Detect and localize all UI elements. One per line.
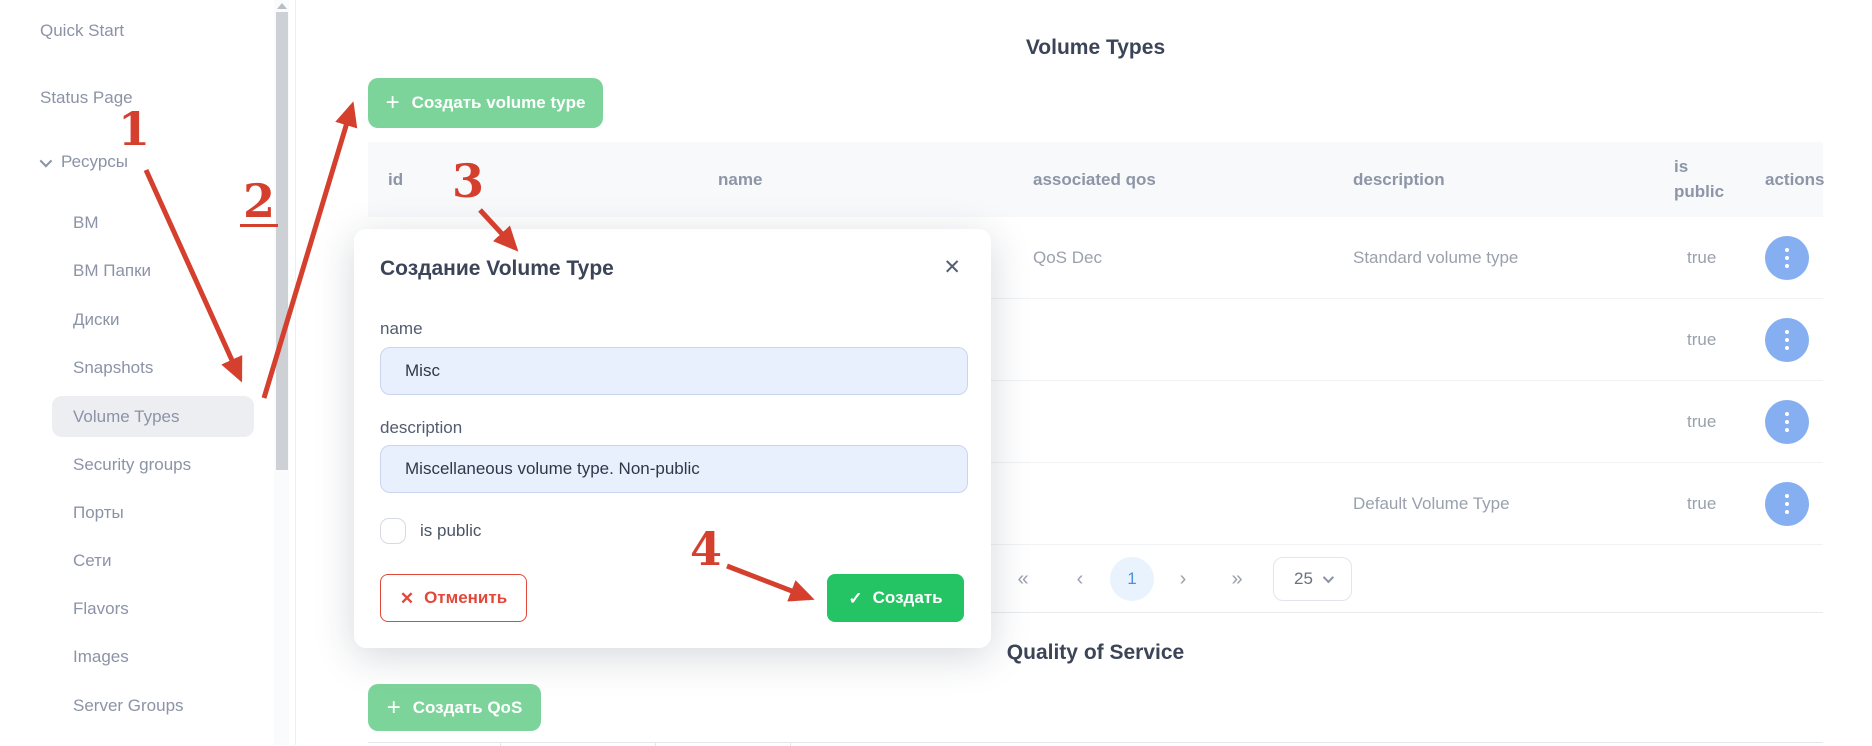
kebab-dot: [1785, 346, 1789, 350]
sidebar-item-ports[interactable]: Порты: [73, 503, 124, 523]
sidebar-item-disks[interactable]: Диски: [73, 310, 119, 330]
cell-is-public: true: [1674, 248, 1765, 268]
qos-table-top-edge: [368, 742, 1823, 743]
cancel-label: Отменить: [424, 588, 507, 608]
sidebar-item-images[interactable]: Images: [73, 647, 129, 667]
pagination-next-button[interactable]: ›: [1168, 545, 1198, 613]
create-qos-button[interactable]: + Создать QoS: [368, 684, 541, 731]
sidebar-item-resources-label: Ресурсы: [61, 152, 128, 172]
check-icon: ✓: [848, 590, 862, 607]
col-header-qos: associated qos: [1033, 170, 1353, 190]
cell-is-public: true: [1674, 494, 1765, 514]
is-public-checkbox-row: is public: [380, 518, 481, 544]
sidebar: Quick Start Status Page Ресурсы BM BM Па…: [0, 0, 296, 745]
page-size-value: 25: [1294, 569, 1313, 589]
row-actions-kebab-button[interactable]: [1765, 482, 1809, 526]
name-field-label: name: [380, 319, 423, 339]
col-header-id: id: [388, 170, 718, 190]
kebab-dot: [1785, 256, 1789, 260]
submit-create-button[interactable]: ✓ Создать: [827, 574, 964, 622]
cell-description: Standard volume type: [1353, 248, 1674, 268]
table-header-row: id name associated qos description is pu…: [368, 142, 1823, 217]
col-header-name: name: [718, 170, 1033, 190]
cancel-button[interactable]: ✕ Отменить: [380, 574, 527, 622]
is-public-line2: public: [1674, 180, 1765, 205]
sidebar-item-security-groups[interactable]: Security groups: [73, 455, 191, 475]
sidebar-item-bm-folders[interactable]: BM Папки: [73, 261, 151, 281]
create-volume-type-label: Создать volume type: [412, 93, 586, 113]
sidebar-item-snapshots[interactable]: Snapshots: [73, 358, 153, 378]
col-header-actions: actions: [1765, 170, 1823, 190]
plus-icon: +: [387, 696, 401, 720]
is-public-line1: is: [1674, 155, 1765, 180]
kebab-dot: [1785, 330, 1789, 334]
submit-label: Создать: [873, 588, 943, 608]
kebab-dot: [1785, 248, 1789, 252]
sidebar-item-networks[interactable]: Сети: [73, 551, 111, 571]
page-size-select[interactable]: 25: [1273, 557, 1352, 601]
is-public-label: is public: [420, 521, 481, 541]
sidebar-item-quick-start[interactable]: Quick Start: [40, 21, 124, 41]
kebab-dot: [1785, 420, 1789, 424]
sidebar-scrollbar-thumb[interactable]: [276, 12, 288, 470]
chevron-down-icon: [40, 154, 53, 167]
kebab-dot: [1785, 494, 1789, 498]
cell-description: Default Volume Type: [1353, 494, 1674, 514]
modal-close-icon[interactable]: ✕: [943, 255, 961, 280]
col-header-is-public: is public: [1674, 155, 1765, 204]
x-icon: ✕: [400, 590, 414, 607]
modal-title: Создание Volume Type: [380, 257, 614, 281]
pagination-last-button[interactable]: »: [1222, 545, 1252, 613]
pagination-page-1[interactable]: 1: [1110, 557, 1154, 601]
cell-is-public: true: [1674, 412, 1765, 432]
cell-qos: QoS Dec: [1033, 248, 1353, 268]
description-field-label: description: [380, 418, 462, 438]
pagination-prev-button[interactable]: ‹: [1065, 545, 1095, 613]
sidebar-item-resources[interactable]: Ресурсы: [40, 152, 128, 172]
create-volume-type-modal: Создание Volume Type ✕ name description …: [354, 229, 991, 648]
cell-is-public: true: [1674, 330, 1765, 350]
is-public-checkbox[interactable]: [380, 518, 406, 544]
row-actions-kebab-button[interactable]: [1765, 236, 1809, 280]
row-actions-kebab-button[interactable]: [1765, 400, 1809, 444]
pagination-first-button[interactable]: «: [1008, 545, 1038, 613]
description-field[interactable]: [380, 445, 968, 493]
kebab-dot: [1785, 502, 1789, 506]
kebab-dot: [1785, 338, 1789, 342]
create-volume-type-button[interactable]: + Создать volume type: [368, 78, 603, 128]
chevron-down-icon: [1323, 572, 1334, 583]
page-title: Volume Types: [368, 36, 1823, 60]
kebab-dot: [1785, 510, 1789, 514]
kebab-dot: [1785, 428, 1789, 432]
sidebar-item-server-groups[interactable]: Server Groups: [73, 696, 184, 716]
sidebar-item-status-page[interactable]: Status Page: [40, 88, 133, 108]
kebab-dot: [1785, 412, 1789, 416]
create-qos-label: Создать QoS: [413, 698, 523, 718]
plus-icon: +: [386, 91, 400, 115]
sidebar-item-volume-types[interactable]: Volume Types: [73, 407, 179, 427]
scroll-up-arrow-icon[interactable]: [277, 3, 287, 9]
sidebar-item-flavors[interactable]: Flavors: [73, 599, 129, 619]
name-field[interactable]: [380, 347, 968, 395]
col-header-description: description: [1353, 170, 1674, 190]
row-actions-kebab-button[interactable]: [1765, 318, 1809, 362]
kebab-dot: [1785, 264, 1789, 268]
sidebar-item-bm[interactable]: BM: [73, 213, 99, 233]
